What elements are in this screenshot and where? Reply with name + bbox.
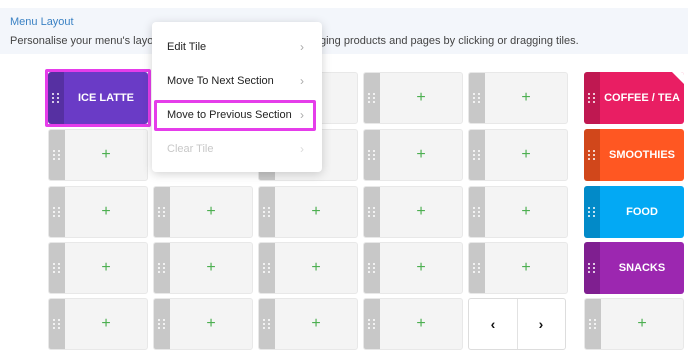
- add-icon[interactable]: +: [364, 90, 462, 106]
- empty-tile[interactable]: +: [363, 72, 463, 124]
- drag-handle-icon[interactable]: [584, 129, 600, 181]
- add-icon[interactable]: +: [259, 204, 357, 220]
- add-icon[interactable]: +: [259, 260, 357, 276]
- tile-context-menu: Edit Tile › Move To Next Section › Move …: [152, 22, 322, 172]
- empty-tile[interactable]: +: [48, 129, 148, 181]
- category-tile-coffee-tea[interactable]: COFFEE / TEA: [584, 72, 684, 124]
- category-label: FOOD: [626, 206, 658, 218]
- menu-layout-page: Menu Layout Personalise your menu's layo…: [0, 0, 688, 354]
- add-icon[interactable]: +: [469, 90, 567, 106]
- page-description-end: ging products and pages by clicking or d…: [320, 35, 579, 47]
- empty-tile[interactable]: +: [468, 242, 568, 294]
- active-corner-indicator: [672, 72, 684, 84]
- add-icon[interactable]: +: [49, 147, 147, 163]
- drag-handle-icon[interactable]: [584, 186, 600, 238]
- add-icon[interactable]: +: [154, 260, 252, 276]
- menu-item-move-to-next-section[interactable]: Move To Next Section ›: [152, 68, 322, 94]
- add-icon[interactable]: +: [154, 316, 252, 332]
- empty-tile[interactable]: +: [48, 186, 148, 238]
- add-icon[interactable]: +: [469, 204, 567, 220]
- empty-tile[interactable]: +: [468, 129, 568, 181]
- pager: ‹ ›: [468, 298, 566, 350]
- add-icon[interactable]: +: [364, 147, 462, 163]
- add-icon[interactable]: +: [49, 204, 147, 220]
- empty-tile[interactable]: +: [468, 186, 568, 238]
- empty-tile[interactable]: +: [363, 242, 463, 294]
- add-icon[interactable]: +: [364, 316, 462, 332]
- category-label: SMOOTHIES: [608, 149, 675, 161]
- add-icon[interactable]: +: [49, 260, 147, 276]
- drag-handle-icon[interactable]: [584, 72, 600, 124]
- page-description-start: Personalise your menu's layout: [10, 35, 163, 47]
- chevron-right-icon: ›: [300, 40, 304, 54]
- empty-tile[interactable]: +: [258, 242, 358, 294]
- empty-tile[interactable]: +: [153, 186, 253, 238]
- add-icon[interactable]: +: [49, 316, 147, 332]
- header-band: [0, 8, 688, 54]
- empty-tile[interactable]: +: [48, 298, 148, 350]
- empty-tile[interactable]: +: [363, 298, 463, 350]
- add-icon[interactable]: +: [259, 316, 357, 332]
- empty-tile[interactable]: +: [48, 242, 148, 294]
- chevron-right-icon: ›: [300, 142, 304, 156]
- add-icon[interactable]: +: [364, 204, 462, 220]
- empty-tile[interactable]: +: [363, 186, 463, 238]
- empty-tile[interactable]: +: [363, 129, 463, 181]
- category-label: COFFEE / TEA: [604, 92, 680, 104]
- previous-page-button[interactable]: ‹: [469, 316, 517, 332]
- empty-tile[interactable]: +: [258, 298, 358, 350]
- menu-item-clear-tile[interactable]: Clear Tile ›: [152, 136, 322, 162]
- empty-tile[interactable]: +: [258, 186, 358, 238]
- add-icon[interactable]: +: [364, 260, 462, 276]
- empty-tile[interactable]: +: [584, 298, 684, 350]
- add-icon[interactable]: +: [469, 147, 567, 163]
- empty-tile[interactable]: +: [468, 72, 568, 124]
- next-page-button[interactable]: ›: [517, 316, 565, 332]
- drag-handle-icon[interactable]: [584, 242, 600, 294]
- page-title: Menu Layout: [10, 16, 74, 28]
- add-icon[interactable]: +: [585, 316, 683, 332]
- category-tile-snacks[interactable]: SNACKS: [584, 242, 684, 294]
- add-icon[interactable]: +: [154, 204, 252, 220]
- category-tile-smoothies[interactable]: SMOOTHIES: [584, 129, 684, 181]
- menu-item-label: Edit Tile: [167, 41, 207, 53]
- selected-menu-item-highlight: [154, 100, 316, 131]
- selected-tile-highlight: [45, 69, 151, 127]
- chevron-right-icon: ›: [300, 74, 304, 88]
- menu-item-edit-tile[interactable]: Edit Tile ›: [152, 34, 322, 60]
- menu-item-label: Clear Tile: [167, 143, 214, 155]
- category-tile-food[interactable]: FOOD: [584, 186, 684, 238]
- empty-tile[interactable]: +: [153, 298, 253, 350]
- menu-item-label: Move To Next Section: [167, 75, 274, 87]
- category-label: SNACKS: [618, 262, 666, 274]
- empty-tile[interactable]: +: [153, 242, 253, 294]
- add-icon[interactable]: +: [469, 260, 567, 276]
